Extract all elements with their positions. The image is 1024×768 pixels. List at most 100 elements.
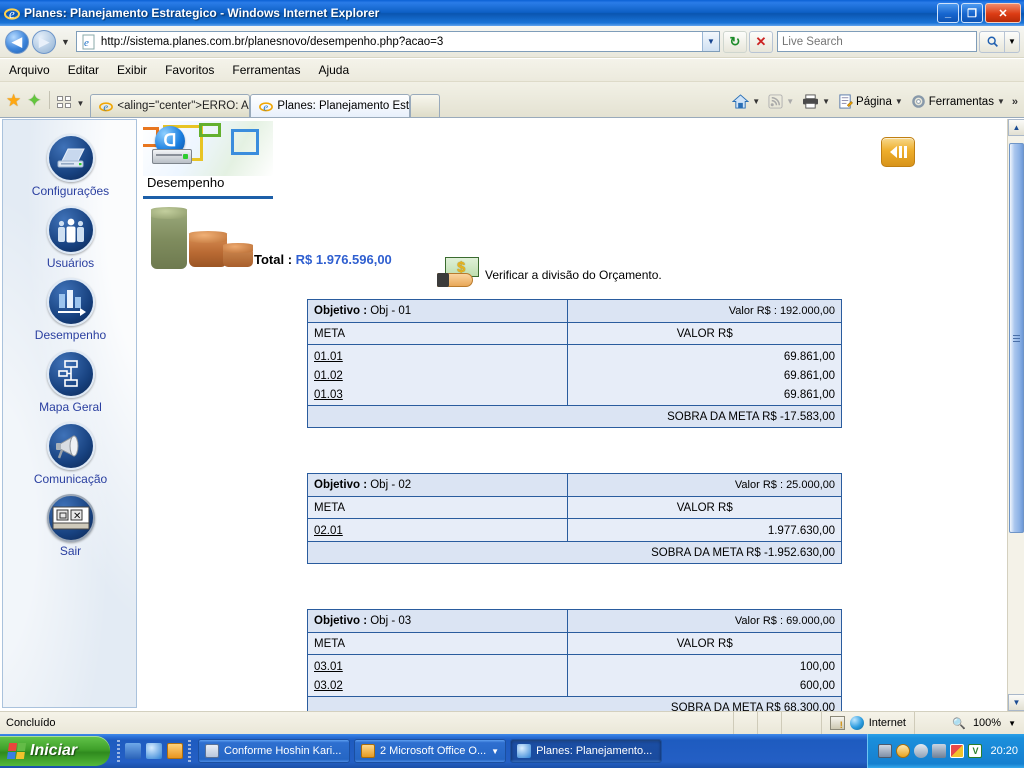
meta-value: 69.861,00 [783, 389, 835, 401]
system-clock[interactable]: 20:20 [990, 745, 1018, 757]
meta-link[interactable]: 03.01 [314, 658, 561, 677]
sidebar-item-usuarios[interactable]: Usuários [3, 198, 138, 270]
tab-list-dropdown-icon[interactable]: ▼ [77, 99, 85, 108]
print-dropdown-icon[interactable]: ▼ [822, 97, 830, 106]
app-sidebar: Configurações Usuários Desempenho Mapa G… [2, 119, 137, 708]
objective-value-cell: Valor R$ : 192.000,00 [567, 299, 842, 323]
zoom-control[interactable]: 🔍 100% ▼ [914, 711, 1024, 735]
ie-icon: e [259, 102, 274, 113]
tools-menu-label: Ferramentas [928, 95, 994, 108]
search-button[interactable] [979, 30, 1005, 53]
laptop-icon [46, 134, 95, 182]
sidebar-item-configuracoes[interactable]: Configurações [3, 120, 138, 198]
forward-button[interactable]: ▶ [32, 29, 56, 54]
security-zone-indicator[interactable]: Internet [820, 711, 914, 735]
home-button[interactable]: ▼ [729, 93, 763, 110]
close-button[interactable]: ✕ [985, 3, 1021, 23]
menu-item-exibir[interactable]: Exibir [108, 62, 156, 78]
menu-item-editar[interactable]: Editar [59, 62, 108, 78]
browser-tab-1[interactable]: e <aling="center">ERRO: A U... [90, 94, 251, 117]
feeds-button[interactable]: ▼ [765, 93, 797, 110]
taskbar-button-office[interactable]: 2 Microsoft Office O... ▼ [354, 739, 507, 763]
sidebar-item-comunicacao[interactable]: Comunicação [3, 414, 138, 486]
scroll-up-button[interactable]: ▲ [1008, 119, 1024, 136]
history-dropdown-icon[interactable]: ▼ [61, 37, 70, 47]
section-tab-desempenho[interactable]: ᗡ Desempenho [143, 121, 273, 199]
show-desktop-icon[interactable] [125, 743, 141, 759]
ie-icon: e [99, 102, 114, 113]
taskbar-group-dropdown-icon[interactable]: ▼ [491, 747, 499, 756]
search-dropdown-icon[interactable]: ▼ [1005, 30, 1020, 53]
table-title-row: Objetivo : Obj - 02 Valor R$ : 25.000,00 [306, 473, 842, 497]
taskbar-button-word[interactable]: Conforme Hoshin Kari... [198, 739, 350, 763]
new-tab-button[interactable] [410, 94, 441, 117]
home-dropdown-icon[interactable]: ▼ [752, 97, 760, 106]
zoom-dropdown-icon[interactable]: ▼ [1008, 719, 1016, 728]
banner-square-green [199, 123, 221, 137]
menu-item-favoritos[interactable]: Favoritos [156, 62, 223, 78]
clock-tray-icon[interactable] [896, 744, 911, 758]
internet-zone-icon [849, 716, 864, 730]
start-button[interactable]: Iniciar [0, 736, 110, 766]
volume-tray-icon[interactable]: V [968, 744, 983, 758]
favorites-star-icon[interactable]: ★ [6, 92, 21, 109]
svg-text:e: e [264, 102, 269, 113]
menu-item-ajuda[interactable]: Ajuda [309, 62, 358, 78]
sidebar-item-desempenho[interactable]: Desempenho [3, 270, 138, 342]
meta-values-cell: 1.977.630,00 [567, 518, 842, 542]
search-box[interactable] [777, 31, 977, 52]
tools-menu-button[interactable]: Ferramentas ▼ [908, 93, 1008, 110]
antivirus-tray-icon[interactable] [950, 744, 965, 758]
meta-link[interactable]: 01.03 [314, 386, 561, 405]
minimize-button[interactable]: _ [937, 3, 959, 23]
meta-link[interactable]: 03.02 [314, 677, 561, 696]
meta-link[interactable]: 01.02 [314, 367, 561, 386]
ie-quicklaunch-icon[interactable] [146, 743, 162, 759]
taskbar-button-planes[interactable]: Planes: Planejamento... [510, 739, 663, 763]
refresh-button[interactable]: ↻ [723, 30, 747, 53]
server-base-icon [152, 149, 192, 164]
sidebar-item-label: Configurações [31, 184, 110, 198]
stop-button[interactable]: ✕ [749, 30, 773, 53]
zoom-magnifier-icon: 🔍 [952, 717, 966, 730]
page-menu-button[interactable]: Página ▼ [835, 93, 906, 110]
sidebar-item-sair[interactable]: ✕ Sair [3, 486, 138, 558]
meta-link[interactable]: 02.01 [314, 522, 561, 541]
display-settings-tray-icon[interactable] [878, 744, 893, 758]
taskbar-grip[interactable] [117, 740, 120, 762]
page-dropdown-icon[interactable]: ▼ [895, 97, 903, 106]
scroll-down-button[interactable]: ▼ [1008, 694, 1024, 711]
quick-tabs-icon[interactable] [55, 94, 73, 110]
address-bar[interactable]: e http://sistema.planes.com.br/planesnov… [75, 31, 720, 52]
tab-2-label: Planes: Planejamento Est... [277, 100, 411, 112]
print-button[interactable]: ▼ [799, 93, 833, 110]
network-disconnected-tray-icon[interactable] [914, 744, 929, 758]
taskbar-grip-2[interactable] [188, 740, 191, 762]
scroll-thumb[interactable] [1009, 143, 1024, 533]
meta-link[interactable]: 01.01 [314, 348, 561, 367]
back-button[interactable]: ◀ [5, 29, 29, 54]
svg-text:e: e [104, 102, 109, 113]
money-hand-icon: $ [437, 257, 479, 293]
search-input[interactable] [778, 34, 976, 49]
taskbar: Iniciar Conforme Hoshin Kari... 2 Micros… [0, 734, 1024, 768]
menu-item-ferramentas[interactable]: Ferramentas [223, 62, 309, 78]
browser-tab-2[interactable]: e Planes: Planejamento Est... ✕ [250, 94, 411, 117]
sidebar-item-mapa-geral[interactable]: Mapa Geral [3, 342, 138, 414]
coin-stacks-icon [147, 207, 253, 273]
budget-division-link[interactable]: $ Verificar a divisão do Orçamento. [437, 257, 662, 293]
value-prefix-label: Valor R$ : [728, 305, 777, 317]
page-scrollbar[interactable]: ▲ ▼ [1007, 119, 1024, 711]
maximize-button[interactable]: ❐ [961, 3, 983, 23]
outlook-quicklaunch-icon[interactable] [167, 743, 183, 759]
collapse-panel-button[interactable] [881, 137, 915, 167]
menu-item-arquivo[interactable]: Arquivo [0, 62, 59, 78]
address-dropdown-icon[interactable]: ▼ [702, 32, 719, 51]
add-to-favorites-icon[interactable]: ✦ [27, 92, 41, 109]
valor-column-header: VALOR R$ [567, 496, 842, 519]
command-overflow-icon[interactable]: » [1012, 96, 1018, 108]
status-segment-1 [732, 711, 757, 735]
tools-dropdown-icon[interactable]: ▼ [997, 97, 1005, 106]
network-tray-icon[interactable] [932, 744, 947, 758]
word-doc-icon [205, 744, 219, 758]
